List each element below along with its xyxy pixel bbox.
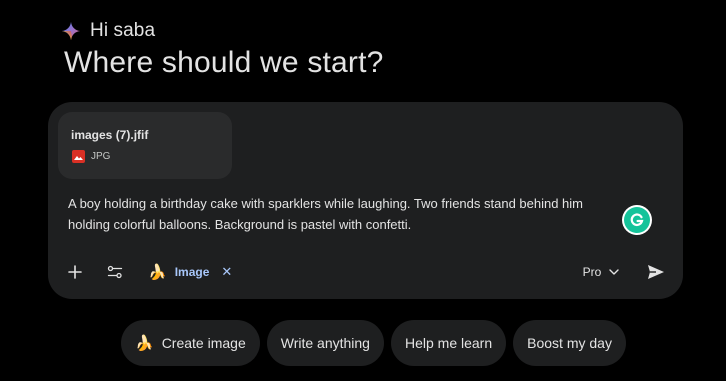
prompt-box[interactable]: images (7).jfif JPG A boy holding a birt…	[48, 102, 683, 299]
prompt-input[interactable]: A boy holding a birthday cake with spark…	[68, 193, 628, 235]
suggestion-chips: 🍌 Create image Write anything Help me le…	[121, 320, 626, 366]
attachment-file-type: JPG	[91, 151, 111, 162]
suggestion-label: Write anything	[280, 335, 370, 351]
gemini-sparkle-icon	[61, 21, 81, 41]
send-button[interactable]	[641, 257, 671, 287]
close-icon[interactable]: ✕	[221, 264, 232, 280]
model-label: Pro	[582, 265, 602, 279]
grammarly-icon[interactable]	[624, 207, 650, 233]
attachment-card[interactable]: images (7).jfif JPG	[58, 112, 232, 179]
greeting: Hi saba	[61, 19, 155, 43]
greeting-text: Hi saba	[90, 20, 156, 41]
image-chip-label: Image	[174, 265, 210, 279]
plus-icon	[68, 265, 82, 279]
suggestion-label: Boost my day	[527, 335, 612, 351]
attachment-file-name: images (7).jfif	[71, 128, 149, 142]
suggestion-boost-my-day[interactable]: Boost my day	[513, 320, 626, 366]
chevron-down-icon	[609, 269, 620, 275]
tools-button[interactable]	[100, 257, 130, 287]
send-icon	[648, 265, 664, 279]
suggestion-create-image[interactable]: 🍌 Create image	[121, 320, 260, 366]
add-button[interactable]	[60, 257, 90, 287]
attachment-type-row: JPG	[72, 150, 110, 163]
model-selector[interactable]: Pro	[576, 257, 626, 287]
gemini-home: Hi saba Where should we start? images (7…	[0, 0, 726, 381]
page-title: Where should we start?	[64, 46, 384, 79]
prompt-toolbar: 🍌 Image ✕ Pro	[48, 254, 683, 290]
banana-icon: 🍌	[135, 335, 154, 352]
suggestion-write-anything[interactable]: Write anything	[266, 320, 384, 366]
image-tool-chip[interactable]: 🍌 Image ✕	[144, 257, 236, 287]
suggestion-label: Help me learn	[404, 335, 493, 351]
banana-icon: 🍌	[148, 263, 167, 281]
suggestion-label: Create image	[161, 335, 246, 351]
suggestion-help-me-learn[interactable]: Help me learn	[390, 320, 507, 366]
tune-icon	[107, 265, 123, 279]
image-file-icon	[72, 150, 85, 163]
